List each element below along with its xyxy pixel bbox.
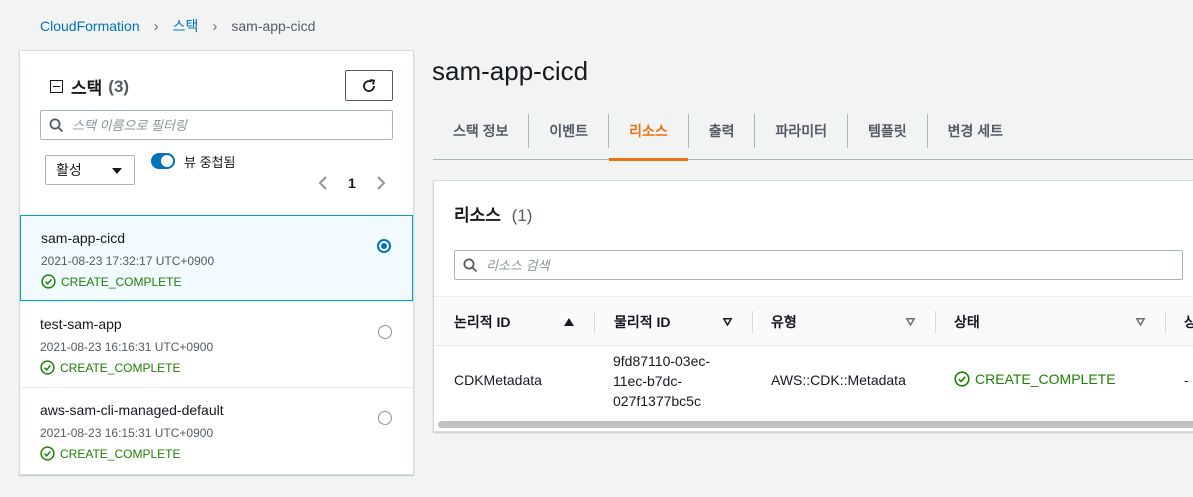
search-icon xyxy=(463,258,478,272)
status-text: CREATE_COMPLETE xyxy=(975,371,1116,387)
pagination: 1 xyxy=(318,175,386,191)
physical-id-line: 11ec-b7dc- xyxy=(613,373,683,389)
refresh-icon xyxy=(363,78,376,92)
tab-change-sets[interactable]: 변경 세트 xyxy=(928,114,1023,148)
success-icon xyxy=(41,274,56,289)
cell-status: CREATE_COMPLETE xyxy=(954,371,1116,387)
resources-title: 리소스 xyxy=(454,206,501,225)
tab-events[interactable]: 이벤트 xyxy=(529,114,610,148)
stack-filter-input[interactable] xyxy=(72,117,352,133)
page-number[interactable]: 1 xyxy=(348,175,356,191)
nested-view-toggle[interactable] xyxy=(151,153,175,169)
stack-status: CREATE_COMPLETE xyxy=(40,360,413,375)
tab-parameters[interactable]: 파라미터 xyxy=(755,114,848,148)
next-page-icon[interactable] xyxy=(376,176,386,190)
stack-list-item[interactable]: aws-sam-cli-managed-default 2021-08-23 1… xyxy=(20,387,413,473)
tab-outputs[interactable]: 출력 xyxy=(689,114,756,148)
horizontal-scrollbar[interactable] xyxy=(438,421,1193,428)
stack-status-text: CREATE_COMPLETE xyxy=(61,274,182,289)
column-header-logical-id[interactable]: 논리적 ID xyxy=(454,297,511,347)
stack-select-radio[interactable] xyxy=(378,411,392,425)
caret-down-icon xyxy=(112,168,122,174)
resources-panel: 리소스 (1) 논리적 ID 물리적 ID 유형 상태 상 CDKMetadat… xyxy=(433,180,1193,432)
success-icon xyxy=(40,446,55,461)
sort-ascending-icon[interactable] xyxy=(564,318,574,326)
column-header-label: 물리적 ID xyxy=(614,314,671,330)
nested-view-toggle-label: 뷰 중첩됨 xyxy=(184,155,236,170)
tab-template[interactable]: 템플릿 xyxy=(848,114,928,148)
breadcrumb-stacks-link[interactable]: 스택 xyxy=(173,16,199,36)
breadcrumb-current: sam-app-cicd xyxy=(231,18,316,34)
resource-search-input[interactable] xyxy=(486,257,886,273)
stack-name[interactable]: test-sam-app xyxy=(40,316,413,332)
sort-icon[interactable] xyxy=(906,318,915,326)
stack-list-item[interactable]: sam-app-cicd 2021-08-23 17:32:17 UTC+090… xyxy=(20,215,413,301)
column-divider xyxy=(594,311,595,333)
chevron-right-icon: › xyxy=(153,17,159,35)
column-divider xyxy=(935,311,936,333)
success-icon xyxy=(40,360,55,375)
stack-status-text: CREATE_COMPLETE xyxy=(60,446,181,461)
column-header-label: 상태 xyxy=(954,314,980,330)
tab-stack-info[interactable]: 스택 정보 xyxy=(433,114,530,148)
stack-date: 2021-08-23 16:16:31 UTC+0900 xyxy=(40,340,214,354)
resources-count: (1) xyxy=(511,206,533,225)
sort-descending-icon[interactable] xyxy=(723,318,732,326)
tab-resources[interactable]: 리소스 xyxy=(609,114,689,161)
collapse-icon[interactable] xyxy=(50,80,63,93)
stack-status-select[interactable]: 활성 xyxy=(45,155,135,185)
resource-search xyxy=(454,250,1183,280)
cell-status-reason: - xyxy=(1184,372,1189,388)
sort-icon[interactable] xyxy=(1136,318,1145,326)
stack-list: sam-app-cicd 2021-08-23 17:32:17 UTC+090… xyxy=(20,215,413,473)
stack-detail-tabs: 스택 정보 이벤트 리소스 출력 파라미터 템플릿 변경 세트 xyxy=(433,112,1193,161)
stacks-count: (3) xyxy=(108,76,130,96)
stack-select-radio[interactable] xyxy=(377,239,391,253)
resources-header: 리소스 (1) xyxy=(454,201,532,226)
page-title: sam-app-cicd xyxy=(432,56,589,86)
physical-id-line: 027f1377bc5c xyxy=(613,393,701,409)
stack-status: CREATE_COMPLETE xyxy=(41,274,412,289)
column-header-type[interactable]: 유형 xyxy=(771,297,797,347)
column-header-label: 상 xyxy=(1184,314,1193,330)
breadcrumb-cloudformation-link[interactable]: CloudFormation xyxy=(40,18,140,34)
success-icon xyxy=(954,371,970,387)
stack-list-item[interactable]: test-sam-app 2021-08-23 16:16:31 UTC+090… xyxy=(20,301,413,387)
resources-table-header: 논리적 ID 물리적 ID 유형 상태 상 xyxy=(434,296,1193,346)
column-header-label: 논리적 ID xyxy=(454,314,511,330)
stack-name[interactable]: aws-sam-cli-managed-default xyxy=(40,402,413,418)
column-divider xyxy=(752,311,753,333)
stack-status: CREATE_COMPLETE xyxy=(40,446,413,461)
stack-status-text: CREATE_COMPLETE xyxy=(60,360,181,375)
stacks-panel-header: 스택 (3) xyxy=(50,74,129,99)
stack-date: 2021-08-23 16:15:31 UTC+0900 xyxy=(40,426,214,440)
chevron-right-icon: › xyxy=(212,17,218,35)
stack-name[interactable]: sam-app-cicd xyxy=(41,230,412,246)
stack-status-select-value: 활성 xyxy=(56,162,82,178)
table-row: CDKMetadata 9fd87110-03ec- 11ec-b7dc- 02… xyxy=(434,346,1193,414)
search-icon xyxy=(49,118,64,132)
stack-filter-search xyxy=(40,110,393,140)
cell-physical-id: 9fd87110-03ec- 11ec-b7dc- 027f1377bc5c xyxy=(613,351,710,411)
stack-date: 2021-08-23 17:32:17 UTC+0900 xyxy=(41,254,215,268)
refresh-button[interactable] xyxy=(345,70,393,101)
cell-logical-id: CDKMetadata xyxy=(454,372,542,388)
stacks-panel-title: 스택 xyxy=(71,79,103,98)
column-header-status-reason[interactable]: 상 xyxy=(1184,297,1193,347)
column-header-physical-id[interactable]: 물리적 ID xyxy=(614,297,671,347)
column-divider xyxy=(1165,311,1166,333)
column-header-label: 유형 xyxy=(771,314,797,330)
cell-type: AWS::CDK::Metadata xyxy=(771,372,906,388)
column-header-status[interactable]: 상태 xyxy=(954,297,980,347)
stack-select-radio[interactable] xyxy=(378,325,392,339)
stacks-panel: 스택 (3) 활성 뷰 중첩됨 1 sam-app-cicd 2021-08-2… xyxy=(19,50,414,475)
previous-page-icon[interactable] xyxy=(318,176,328,190)
physical-id-line: 9fd87110-03ec- xyxy=(613,353,711,369)
breadcrumb: CloudFormation › 스택 › sam-app-cicd xyxy=(40,16,315,36)
